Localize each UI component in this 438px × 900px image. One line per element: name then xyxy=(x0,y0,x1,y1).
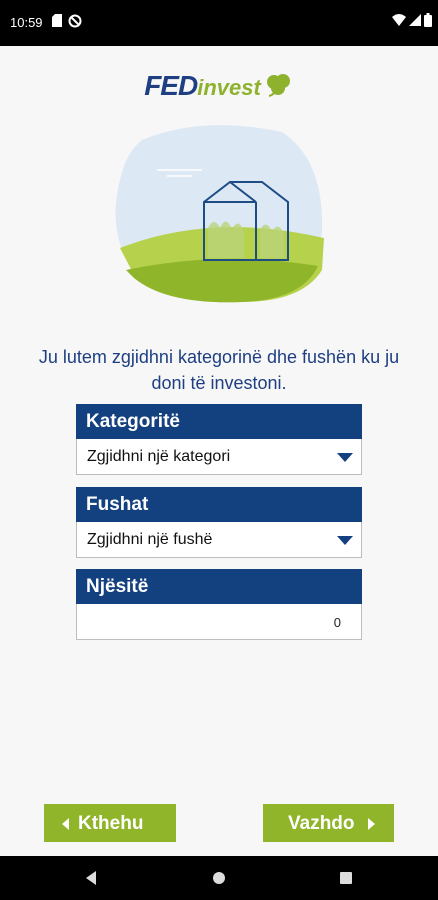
logo-fed-text: FED xyxy=(144,70,198,101)
back-button-label: Kthehu xyxy=(78,813,144,834)
greenhouse-illustration xyxy=(115,125,324,303)
app-logo: FEDinvest xyxy=(0,70,438,106)
category-selected-value: Zgjidhni një kategori xyxy=(87,448,231,465)
category-dropdown[interactable]: Zgjidhni një kategori xyxy=(76,439,362,475)
back-button[interactable]: Kthehu xyxy=(44,804,176,842)
units-value: 0 xyxy=(333,615,341,630)
fields-selected-value: Zgjidhni një fushë xyxy=(87,531,213,548)
status-time: 10:59 xyxy=(10,15,43,30)
fields-field: Fushat Zgjidhni një fushë xyxy=(76,487,362,558)
units-label: Njësitë xyxy=(76,569,362,604)
sd-card-icon xyxy=(52,14,62,27)
logo-invest-text: invest xyxy=(197,75,261,100)
status-bar: 10:59 xyxy=(0,0,438,46)
chevron-down-icon xyxy=(337,453,353,462)
units-field: Njësitë 0 xyxy=(76,569,362,640)
next-button[interactable]: Vazhdo xyxy=(263,804,394,842)
next-button-label: Vazhdo xyxy=(288,813,355,834)
fields-label: Fushat xyxy=(76,487,362,522)
wifi-icon xyxy=(392,14,406,26)
signal-icon xyxy=(409,14,421,26)
recents-icon[interactable] xyxy=(339,871,353,885)
clover-leaf-icon xyxy=(266,74,290,97)
chevron-down-icon xyxy=(337,536,353,545)
instruction-text: Ju lutem zgjidhni kategorinë dhe fushën … xyxy=(38,347,400,393)
units-input[interactable]: 0 xyxy=(76,604,362,640)
chevron-left-icon xyxy=(62,818,69,830)
no-disturb-icon xyxy=(68,14,82,28)
category-field: Kategoritë Zgjidhni një kategori xyxy=(76,404,362,475)
back-icon[interactable] xyxy=(84,870,98,886)
category-label: Kategoritë xyxy=(76,404,362,439)
fields-dropdown[interactable]: Zgjidhni një fushë xyxy=(76,522,362,558)
chevron-right-icon xyxy=(368,818,375,830)
system-navigation-bar xyxy=(0,856,438,900)
home-icon[interactable] xyxy=(212,871,226,885)
battery-icon xyxy=(424,13,432,27)
